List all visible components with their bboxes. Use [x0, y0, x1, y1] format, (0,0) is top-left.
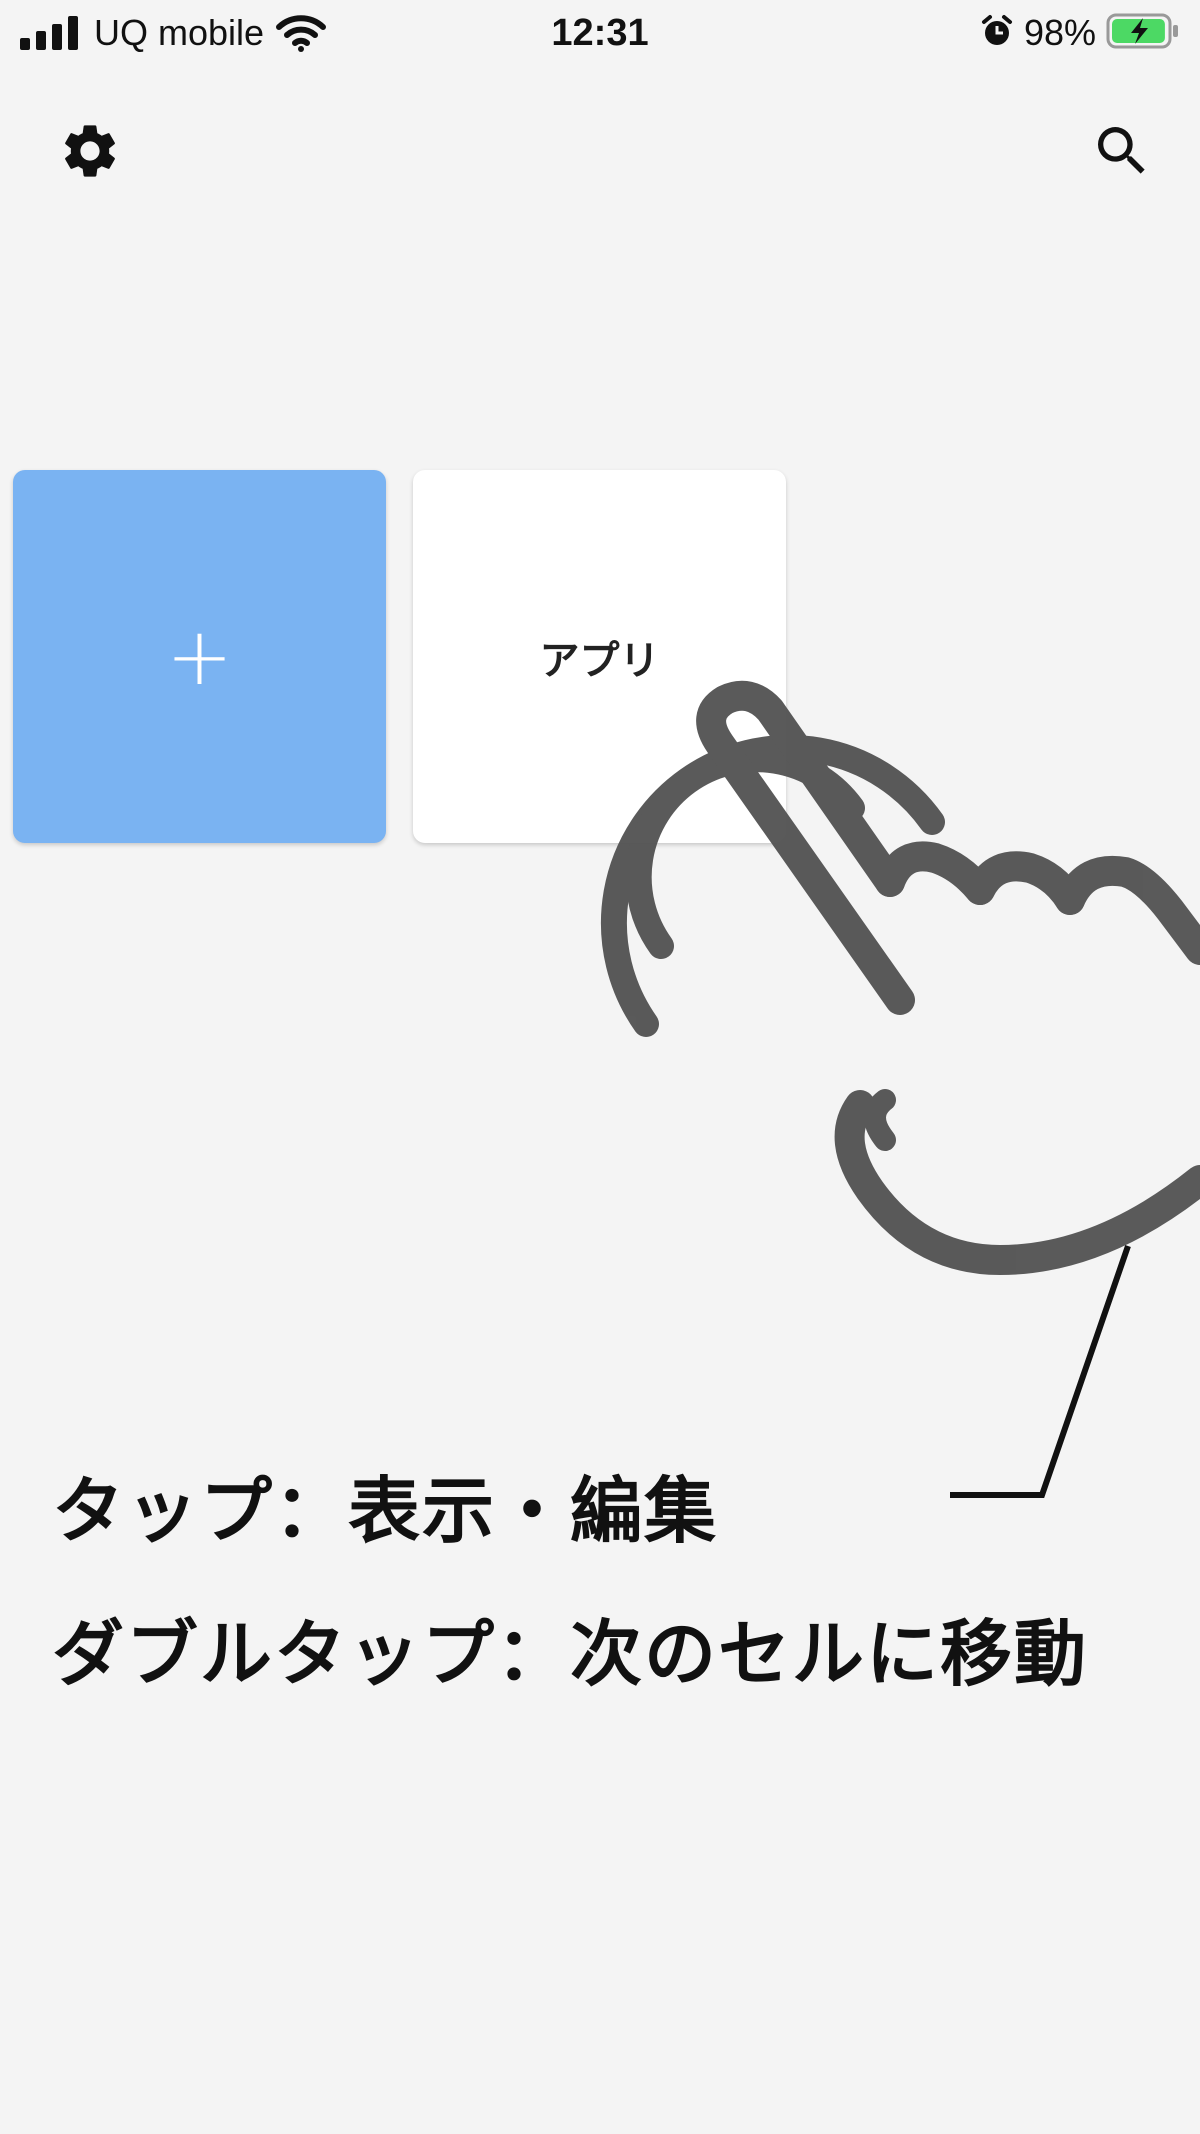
search-icon — [1090, 119, 1154, 187]
annotation-leader-line — [950, 1245, 1131, 1498]
settings-button[interactable] — [50, 113, 130, 193]
gear-icon — [58, 119, 122, 187]
app-tile-label: アプリ — [539, 637, 660, 684]
plus-icon: + — [165, 609, 234, 703]
app-tile[interactable]: アプリ — [413, 470, 786, 843]
tap-instruction: タップ：表示・編集 — [52, 1469, 719, 1553]
battery-percent: 98% — [1023, 12, 1096, 53]
status-right: 98% — [980, 10, 1180, 56]
alarm-icon — [980, 14, 1014, 53]
status-bar: UQ mobile 12:31 98% — [0, 0, 1200, 66]
add-tile-button[interactable]: + — [13, 470, 386, 843]
search-button[interactable] — [1082, 113, 1162, 193]
double-tap-instruction: ダブルタップ：次のセルに移動 — [52, 1612, 1089, 1696]
battery-charging-icon — [1106, 13, 1180, 54]
